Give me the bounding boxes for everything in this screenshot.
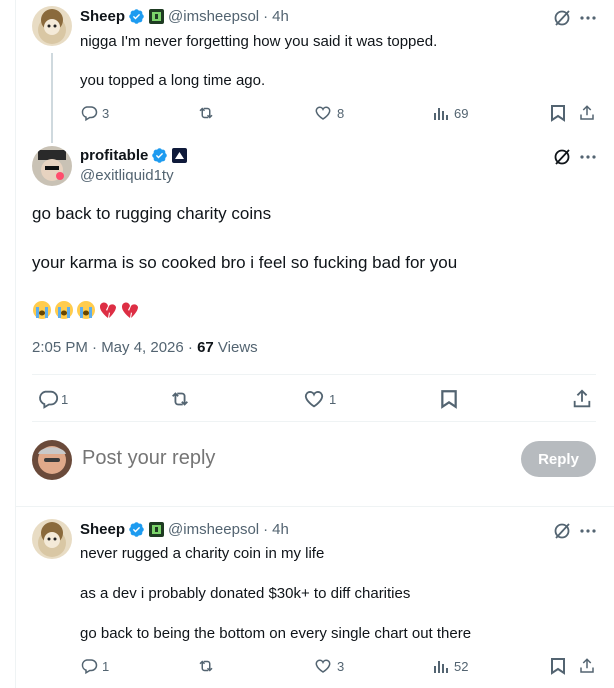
loudly-crying-face-icon — [33, 301, 51, 319]
repost-icon[interactable] — [196, 657, 216, 675]
avatar[interactable] — [32, 519, 72, 559]
timestamp[interactable]: 4h — [272, 8, 289, 25]
affiliate-badge-icon[interactable] — [149, 522, 165, 537]
like-icon[interactable] — [314, 657, 332, 675]
bookmark-icon[interactable] — [549, 104, 567, 122]
more-options-icon[interactable] — [578, 147, 598, 167]
like-count: 1 — [329, 392, 337, 407]
like-count: 8 — [337, 106, 345, 121]
reply-button[interactable]: Reply — [521, 441, 596, 477]
verified-badge-icon — [151, 147, 168, 164]
avatar[interactable] — [32, 440, 72, 480]
views-count: 67 — [197, 339, 214, 356]
more-options-icon[interactable] — [578, 8, 598, 28]
grok-icon[interactable] — [552, 521, 572, 541]
timestamp[interactable]: 2:05 PM · May 4, 2026 · — [32, 339, 197, 356]
loudly-crying-face-icon — [77, 301, 95, 319]
tweet-text-line: nigga I'm never forgetting how you said … — [80, 33, 438, 50]
tweet-text-line: never rugged a charity coin in my life — [80, 545, 325, 562]
verified-badge-icon — [128, 8, 145, 25]
tweet-text-line: you topped a long time ago. — [80, 72, 266, 89]
timestamp[interactable]: 4h — [272, 521, 289, 538]
tweet-text-line: go back to being the bottom on every sin… — [80, 625, 472, 642]
avatar[interactable] — [32, 146, 72, 186]
share-icon[interactable] — [578, 104, 596, 122]
views-icon[interactable] — [432, 657, 450, 675]
reply-icon[interactable] — [80, 657, 98, 675]
more-options-icon[interactable] — [578, 521, 598, 541]
tweet-text-line: as a dev i probably donated $30k+ to dif… — [80, 585, 411, 602]
tweet-header: profitable — [80, 147, 188, 164]
reply-icon[interactable] — [80, 104, 98, 122]
emoji-row — [32, 300, 140, 320]
user-handle[interactable]: @imsheepsol — [168, 8, 259, 25]
grok-icon[interactable] — [552, 8, 572, 28]
like-icon[interactable] — [314, 104, 332, 122]
thread-line — [51, 53, 53, 143]
broken-heart-icon — [121, 302, 138, 318]
grok-icon[interactable] — [552, 147, 572, 167]
repost-icon[interactable] — [196, 104, 216, 122]
loudly-crying-face-icon — [55, 301, 73, 319]
user-handle[interactable]: @imsheepsol — [168, 521, 259, 538]
share-icon[interactable] — [571, 388, 593, 410]
verified-badge-icon — [128, 521, 145, 538]
tweet-header: Sheep @imsheepsol · 4h — [80, 8, 289, 25]
reply-count: 1 — [61, 392, 69, 407]
tweet-text-line: go back to rugging charity coins — [32, 204, 272, 223]
tweet-text-line: your karma is so cooked bro i feel so fu… — [32, 253, 458, 272]
divider — [32, 374, 596, 375]
left-border — [15, 0, 16, 688]
divider — [32, 421, 596, 422]
like-icon[interactable] — [303, 388, 325, 410]
user-handle[interactable]: @exitliquid1ty — [80, 167, 174, 184]
separator-dot: · — [263, 8, 269, 25]
display-name[interactable]: Sheep — [80, 521, 125, 538]
broken-heart-icon — [99, 302, 116, 318]
affiliate-badge-icon[interactable] — [172, 148, 188, 163]
display-name[interactable]: profitable — [80, 147, 148, 164]
reply-count: 3 — [102, 106, 110, 121]
reply-input[interactable] — [82, 447, 502, 470]
views-count: 69 — [454, 106, 469, 121]
views-label: Views — [213, 339, 258, 356]
tweet-header: Sheep @imsheepsol · 4h — [80, 521, 289, 538]
separator-dot: · — [263, 521, 269, 538]
bookmark-icon[interactable] — [549, 657, 567, 675]
repost-icon[interactable] — [169, 388, 191, 410]
tweet-header-handle: @exitliquid1ty — [80, 167, 174, 184]
avatar[interactable] — [32, 6, 72, 46]
views-count: 52 — [454, 659, 469, 674]
display-name[interactable]: Sheep — [80, 8, 125, 25]
reply-count: 1 — [102, 659, 110, 674]
bookmark-icon[interactable] — [438, 388, 460, 410]
tweet-meta: 2:05 PM · May 4, 2026 · 67 Views — [32, 339, 258, 356]
affiliate-badge-icon[interactable] — [149, 9, 165, 24]
like-count: 3 — [337, 659, 345, 674]
divider — [15, 506, 614, 507]
reply-icon[interactable] — [37, 388, 59, 410]
views-icon[interactable] — [432, 104, 450, 122]
share-icon[interactable] — [578, 657, 596, 675]
